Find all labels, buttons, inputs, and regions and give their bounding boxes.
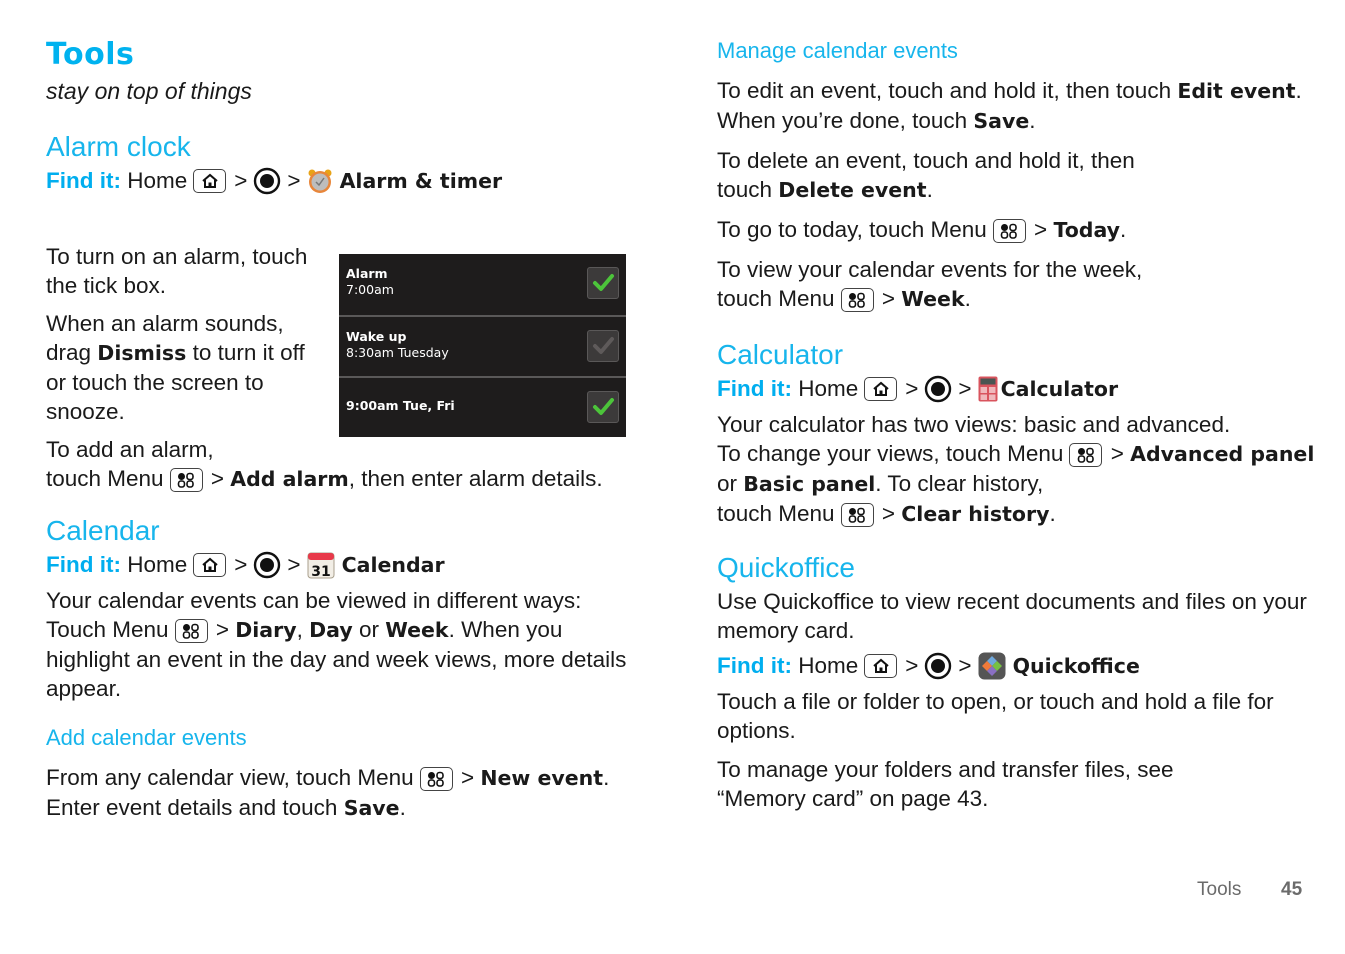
alarm-list-screenshot: Alarm 7:00am Wake up 8:30am Tuesday 9:00…: [339, 254, 626, 437]
page-title: Tools: [46, 37, 135, 72]
find-it-calendar: Find it: Home > > 31 Calendar: [46, 548, 636, 582]
subsection-title-add-events: Add calendar events: [46, 725, 247, 750]
section-title-calculator: Calculator: [717, 339, 844, 370]
find-it-label: Find it:: [717, 376, 792, 401]
find-it-quickoffice: Find it: Home > > Quickoffice: [717, 649, 1317, 683]
separator: >: [234, 552, 248, 577]
calculator-p1: Your calculator has two views: basic and…: [717, 412, 1231, 437]
separator: >: [958, 376, 972, 401]
menu-key-icon: [840, 288, 874, 313]
find-it-label: Find it:: [46, 552, 121, 577]
find-it-alarm: Find it: Home > > Alarm & timer: [46, 164, 636, 198]
quickoffice-p2: Touch a file or folder to open, or touch…: [717, 689, 1274, 743]
right-column: Manage calendar events To edit an event,…: [717, 36, 1317, 813]
home-icon: [864, 654, 898, 678]
app-name-calendar: Calendar: [341, 553, 445, 577]
calendar-p1: Your calendar events can be viewed in di…: [46, 588, 627, 701]
manage-edit-p: To edit an event, touch and hold it, the…: [717, 78, 1302, 133]
find-it-label: Find it:: [46, 168, 121, 193]
launcher-circle-icon: [924, 375, 952, 403]
alarm-row[interactable]: 9:00am Tue, Fri: [339, 376, 626, 437]
home-icon: [193, 553, 227, 577]
alarm-name: Wake up: [346, 329, 407, 344]
manage-week-p: To view your calendar events for the wee…: [717, 257, 1143, 313]
alarm-name: Alarm: [346, 266, 388, 281]
alarm-checkbox-checked[interactable]: [587, 267, 619, 299]
separator: >: [287, 168, 301, 193]
alarm-p2: When an alarm sounds, drag Dismiss to tu…: [46, 311, 305, 424]
launcher-circle-icon: [253, 551, 281, 579]
alarm-checkbox-checked[interactable]: [587, 391, 619, 423]
section-title-calendar: Calendar: [46, 515, 160, 546]
menu-key-icon: [169, 468, 203, 493]
alarm-checkbox-unchecked[interactable]: [587, 330, 619, 362]
home-label: Home: [798, 653, 859, 678]
home-label: Home: [127, 552, 188, 577]
calendar-icon-day: 31: [311, 564, 330, 579]
menu-key-icon: [992, 219, 1026, 244]
launcher-circle-icon: [253, 167, 281, 195]
quickoffice-p1: Use Quickoffice to view recent documents…: [717, 589, 1307, 643]
manage-today-p: To go to today, touch Menu > Today.: [717, 217, 1127, 244]
page-tagline: stay on top of things: [46, 78, 252, 104]
section-title-quickoffice: Quickoffice: [717, 552, 855, 583]
subsection-title-manage-events: Manage calendar events: [717, 38, 958, 63]
launcher-circle-icon: [924, 652, 952, 680]
find-it-calculator: Find it: Home > > Calculator: [717, 372, 1317, 406]
app-name-quickoffice: Quickoffice: [1012, 654, 1140, 678]
alarm-time: 8:30am Tuesday: [346, 345, 449, 360]
separator: >: [905, 653, 919, 678]
menu-key-icon: [1069, 443, 1103, 468]
quickoffice-p3: To manage your folders and transfer file…: [717, 757, 1174, 811]
calendar-icon: 31: [307, 551, 335, 579]
separator: >: [234, 168, 248, 193]
calculator-p2: To change your views, touch Menu > Advan…: [717, 441, 1315, 528]
alarm-clock-icon: [307, 168, 333, 194]
menu-key-icon: [419, 767, 453, 792]
separator: >: [905, 376, 919, 401]
quickoffice-icon: [978, 652, 1006, 680]
page-number: 45: [1281, 879, 1303, 900]
footer-section-label: Tools: [1197, 879, 1242, 900]
home-icon: [864, 377, 898, 401]
alarm-time: 9:00am Tue, Fri: [346, 398, 455, 413]
calculator-icon: [978, 376, 998, 402]
alarm-p1: To turn on an alarm, touch the tick box.: [46, 244, 308, 298]
alarm-time: 7:00am: [346, 282, 394, 297]
alarm-row[interactable]: Alarm 7:00am: [339, 254, 626, 315]
manage-delete-p: To delete an event, touch and hold it, t…: [717, 148, 1135, 202]
home-label: Home: [798, 376, 859, 401]
add-events-p: From any calendar view, touch Menu > New…: [46, 765, 610, 820]
alarm-instructions: To turn on an alarm, touch the tick box.…: [46, 242, 321, 426]
separator: >: [287, 552, 301, 577]
app-name-calculator: Calculator: [1000, 377, 1119, 401]
find-it-label: Find it:: [717, 653, 792, 678]
separator: >: [958, 653, 972, 678]
section-title-alarm-clock: Alarm clock: [46, 131, 191, 162]
alarm-row[interactable]: Wake up 8:30am Tuesday: [339, 315, 626, 376]
alarm-p3: To add an alarm, touch Menu > Add alarm,…: [46, 437, 603, 493]
app-name-alarm: Alarm & timer: [339, 169, 503, 193]
menu-key-icon: [840, 503, 874, 528]
menu-key-icon: [174, 619, 208, 644]
home-icon: [193, 169, 227, 193]
home-label: Home: [127, 168, 188, 193]
